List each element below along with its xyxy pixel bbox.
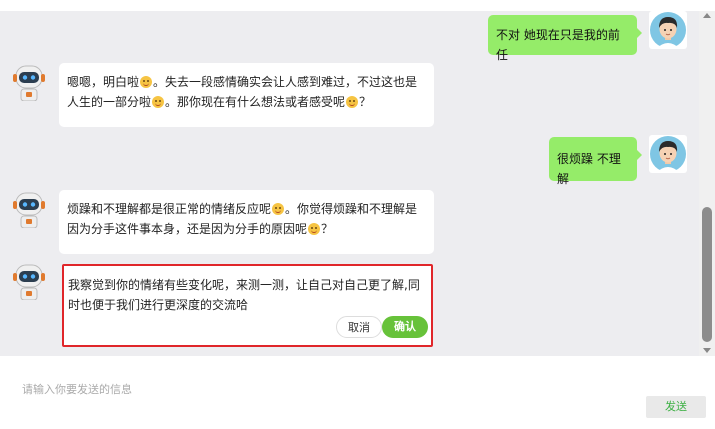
bot-avatar[interactable] [10, 262, 48, 300]
composer: 发送 [0, 356, 715, 429]
message-input[interactable] [20, 376, 644, 402]
hug-emoji-icon [346, 96, 359, 108]
scroll-thumb[interactable] [702, 207, 712, 342]
chat-history[interactable]: 不对 她现在只是我的前任 嗯嗯，明白啦 。失去一段感情确实会让人感到难过，不过这… [0, 11, 699, 356]
user-message: 很烦躁 不理解 [549, 137, 642, 186]
bot-message: 嗯嗯，明白啦 。失去一段感情确实会让人感到难过，不过这也是 人生的一部分啦 。那你现… [59, 63, 434, 127]
chat-scrollbar[interactable] [699, 11, 715, 356]
sad-emoji-icon [152, 96, 165, 108]
message-text: 烦躁和不理解都是很正常的情绪反应呢 [67, 202, 272, 216]
message-text: ？ [321, 222, 334, 236]
message-text: 。你觉得烦躁和不理解是 [285, 202, 418, 216]
bot-avatar[interactable] [10, 63, 48, 101]
cartoon-boy-avatar-icon [649, 135, 687, 173]
user-avatar[interactable] [649, 135, 687, 173]
message-line: 因为分手这件事本身，还是因为分手的原因呢 ？ [67, 219, 426, 239]
smiley-emoji-icon [140, 76, 153, 88]
scroll-up-arrow-icon[interactable] [703, 13, 711, 18]
bot-message: 烦躁和不理解都是很正常的情绪反应呢 。你觉得烦躁和不理解是 因为分手这件事本身，还… [59, 190, 434, 254]
scroll-down-arrow-icon[interactable] [703, 348, 711, 353]
robot-avatar-icon [10, 190, 48, 228]
worried-emoji-icon [272, 203, 285, 215]
cancel-button[interactable]: 取消 [336, 316, 382, 338]
message-line: 烦躁和不理解都是很正常的情绪反应呢 。你觉得烦躁和不理解是 [67, 199, 426, 219]
robot-avatar-icon [10, 262, 48, 300]
prompt-text: 我察觉到你的情绪有些变化呢，来测一测，让自己对自己更了解,同时也便于我们进行更深… [68, 278, 420, 312]
message-text: ？ [359, 95, 372, 109]
message-text: 。失去一段感情确实会让人感到难过，不过这也是 [153, 75, 418, 89]
message-text: 很烦躁 不理解 [557, 152, 621, 186]
user-message: 不对 她现在只是我的前任 [488, 15, 642, 62]
message-line: 嗯嗯，明白啦 。失去一段感情确实会让人感到难过，不过这也是 [67, 72, 426, 92]
user-avatar[interactable] [649, 11, 687, 49]
bot-avatar[interactable] [10, 190, 48, 228]
message-text: 人生的一部分啦 [67, 95, 152, 109]
assessment-prompt-card: 我察觉到你的情绪有些变化呢，来测一测，让自己对自己更了解,同时也便于我们进行更深… [62, 264, 433, 347]
top-strip [0, 0, 715, 11]
confirm-button[interactable]: 确认 [382, 316, 428, 338]
cartoon-boy-avatar-icon [649, 11, 687, 49]
message-line: 人生的一部分啦 。那你现在有什么想法或者感受呢 ？ [67, 92, 426, 112]
message-text: 不对 她现在只是我的前任 [496, 28, 620, 62]
message-text: 。那你现在有什么想法或者感受呢 [165, 95, 346, 109]
thinking-emoji-icon [308, 223, 321, 235]
message-text: 因为分手这件事本身，还是因为分手的原因呢 [67, 222, 308, 236]
send-button[interactable]: 发送 [646, 396, 706, 418]
message-text: 嗯嗯，明白啦 [67, 75, 140, 89]
robot-avatar-icon [10, 63, 48, 101]
